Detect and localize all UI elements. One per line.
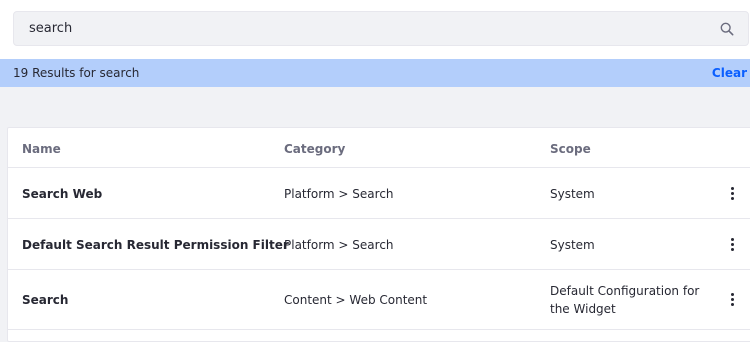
table-row[interactable]: Search Web Platform > Search System (8, 168, 750, 219)
table-header-row: Name Category Scope (8, 128, 750, 168)
results-bar: 19 Results for search Clear (0, 59, 750, 87)
search-icon[interactable] (720, 22, 734, 36)
kebab-menu-icon[interactable] (727, 187, 737, 203)
row-category: Platform > Search (284, 238, 394, 252)
table-row[interactable]: Search Content > Web Content Default Con… (8, 270, 750, 330)
table-row[interactable]: Default Search Result Permission Filter … (8, 219, 750, 270)
search-bar-container (0, 0, 750, 59)
row-name[interactable]: Default Search Result Permission Filter (22, 236, 289, 254)
row-scope: System (550, 187, 595, 201)
row-category: Platform > Search (284, 187, 394, 201)
row-scope: System (550, 238, 595, 252)
row-category: Content > Web Content (284, 293, 428, 307)
kebab-menu-icon[interactable] (727, 238, 737, 254)
search-input[interactable] (29, 12, 709, 45)
row-scope: Default Configuration for the Widget (550, 284, 700, 316)
results-count-text: 19 Results for search (13, 66, 140, 80)
header-category: Category (284, 142, 346, 156)
results-table: Name Category Scope Search Web Platform … (7, 127, 750, 342)
header-name: Name (22, 142, 61, 156)
row-name[interactable]: Search (22, 291, 68, 309)
row-name[interactable]: Search Web (22, 185, 102, 203)
kebab-menu-icon[interactable] (727, 293, 737, 309)
clear-button[interactable]: Clear (712, 66, 747, 80)
search-field[interactable] (13, 11, 749, 46)
header-scope: Scope (550, 142, 591, 156)
